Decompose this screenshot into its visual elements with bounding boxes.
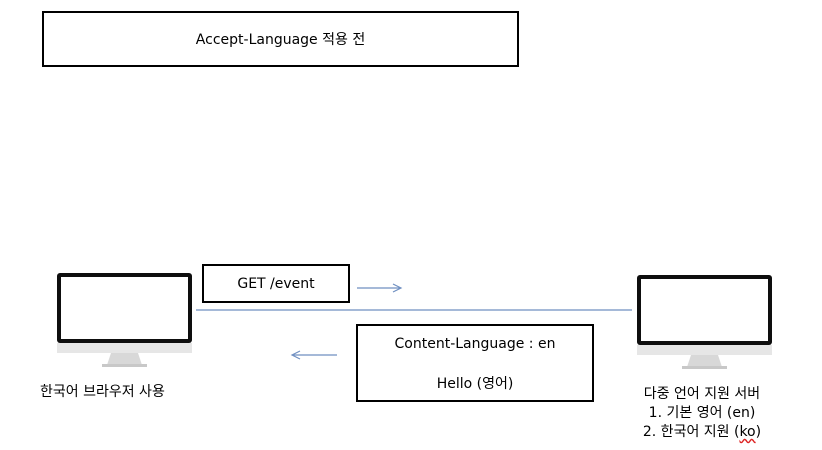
server-item-2-code: ko [739, 424, 756, 440]
server-monitor-icon [637, 275, 772, 369]
diagram-title: Accept-Language 적용 전 [195, 32, 366, 48]
response-arrow [290, 350, 337, 360]
client-monitor-icon [57, 273, 192, 367]
server-title: 다중 언어 지원 서버 [643, 386, 761, 402]
request-label: GET /event [237, 275, 315, 292]
request-arrow [357, 283, 403, 293]
server-item-2-suffix: ) [755, 424, 762, 440]
server-item-2-prefix: 2. 한국어 지원 ( [642, 424, 740, 440]
diagram-title-box: Accept-Language 적용 전 [42, 11, 519, 67]
response-header-line: Content-Language : en [394, 336, 556, 352]
response-body-line: Hello (영어) [436, 376, 514, 392]
server-description: 다중 언어 지원 서버 1. 기본 영어 (en) 2. 한국어 지원 (ko) [612, 385, 792, 442]
response-box: Content-Language : en Hello (영어) [356, 324, 594, 402]
server-item-1: 1. 기본 영어 (en) [648, 405, 756, 421]
client-label: 한국어 브라우저 사용 [40, 384, 165, 400]
request-box: GET /event [202, 264, 350, 303]
server-item-2: 2. 한국어 지원 (ko) [612, 423, 792, 442]
